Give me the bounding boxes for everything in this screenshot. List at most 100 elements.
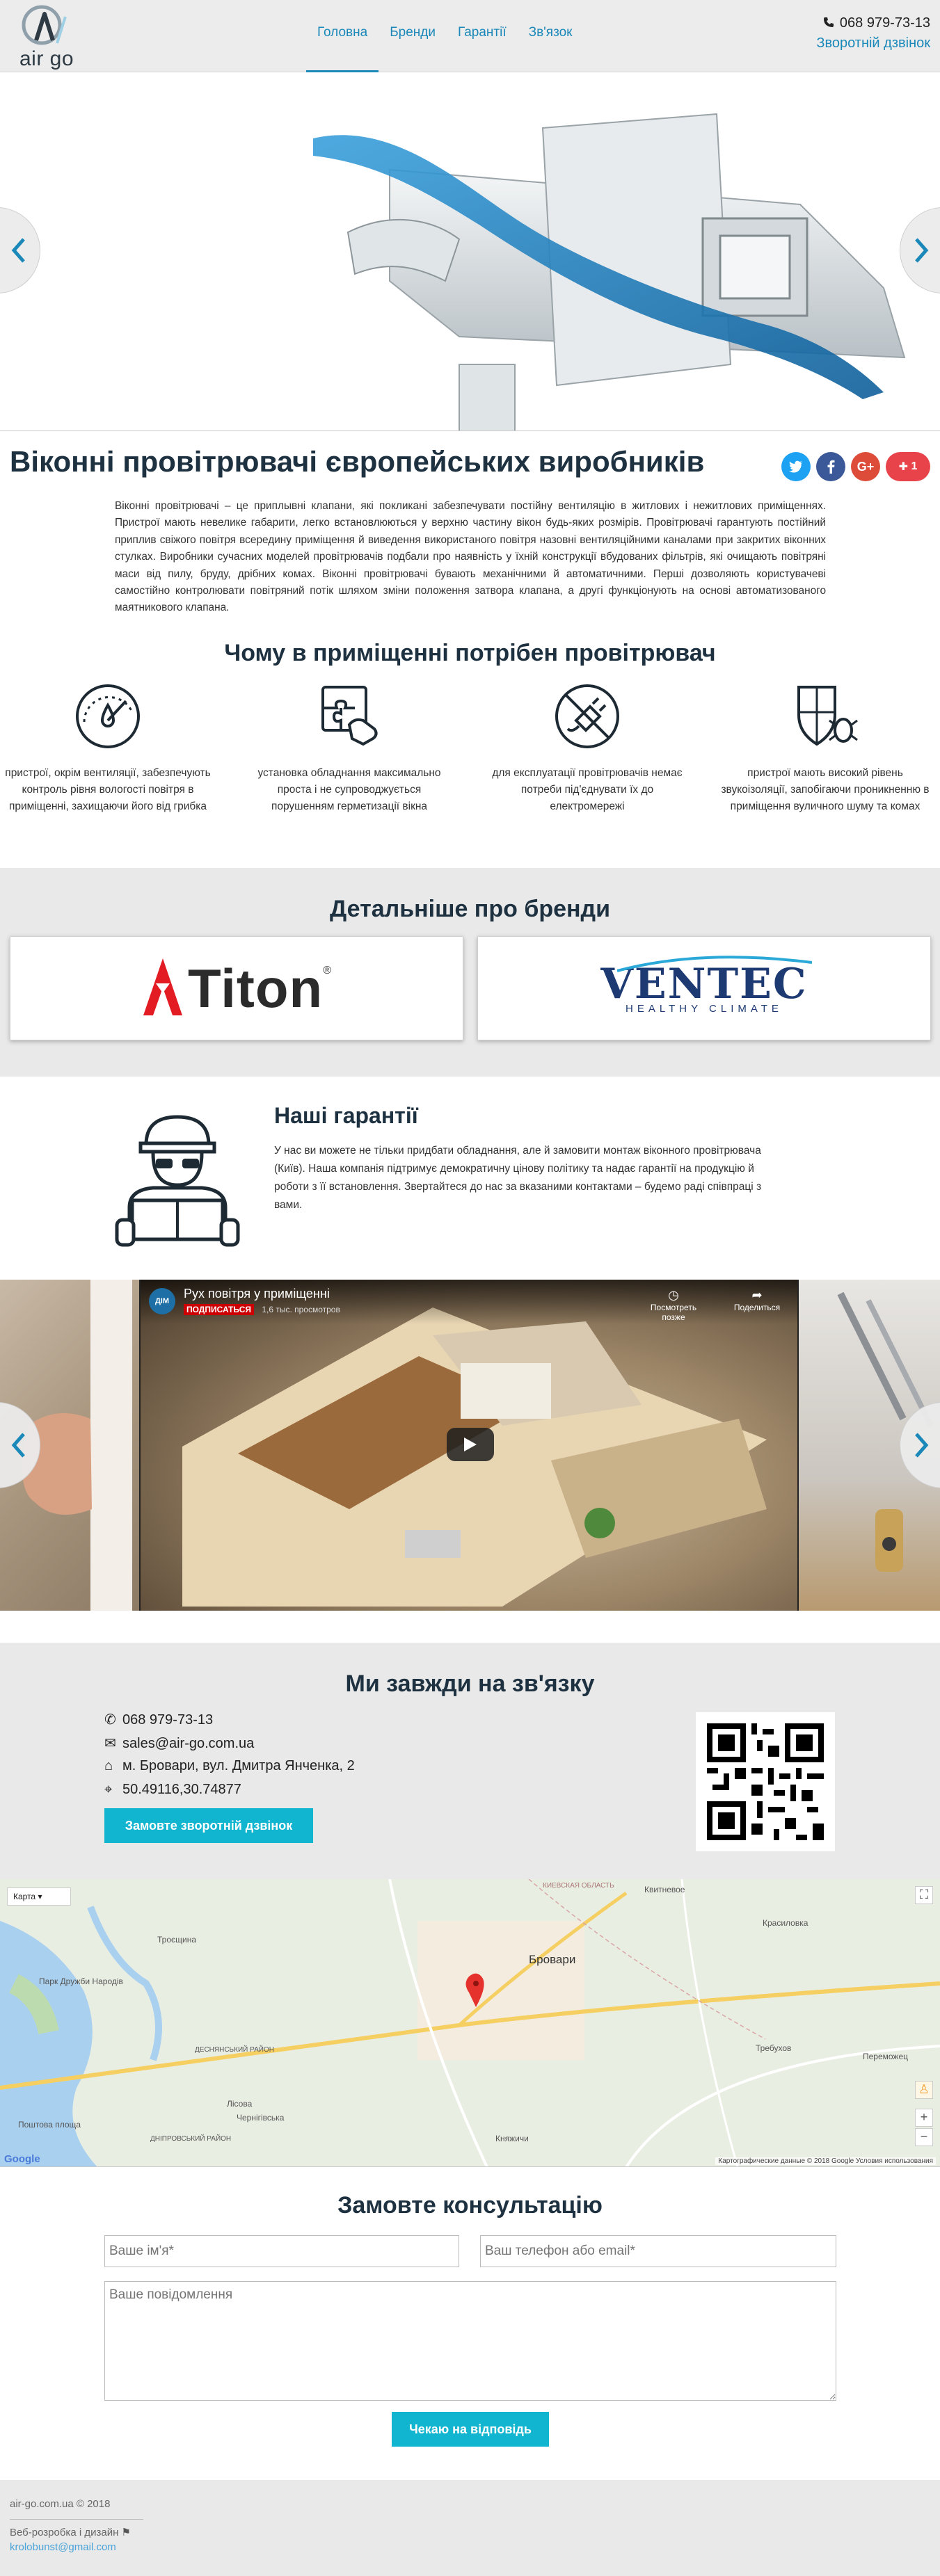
map-label: Княжичи: [495, 2134, 529, 2143]
contact-address: ⌂ м. Бровари, вул. Дмитра Янченка, 2: [104, 1758, 355, 1774]
logo[interactable]: air go: [8, 4, 85, 70]
subscribe-button[interactable]: ПОДПИСАТЬСЯ: [184, 1304, 254, 1315]
contact-phone[interactable]: ✆ 068 979-73-13: [104, 1711, 213, 1728]
map-city-label: Бровари: [529, 1953, 576, 1966]
order-callback-button[interactable]: Замовте зворотній дзвінок: [104, 1808, 313, 1843]
contact-phone-text: 068 979-73-13: [122, 1712, 214, 1728]
video-carousel: ДІМ Рух повітря у приміщенні ПОДПИСАТЬСЯ…: [0, 1280, 940, 1611]
map-label: Квитневое: [644, 1885, 685, 1894]
page-title: Віконні провітрювачі європейських виробн…: [10, 445, 705, 478]
minus-icon: −: [920, 2130, 928, 2143]
window-profile-image: [0, 72, 940, 430]
guarantees-title: Наші гарантії: [274, 1103, 418, 1128]
brand-card-titon[interactable]: Titon ®: [10, 936, 463, 1040]
guarantees-text: У нас ви можете не тільки придбати облад…: [274, 1145, 762, 1211]
map-label: ДНІПРОВСЬКИЙ РАЙОН: [150, 2135, 232, 2143]
brand-sub-ventec: HEALTHY CLIMATE: [626, 1002, 783, 1015]
footer-divider: [10, 2519, 143, 2520]
site-header: air go Головна Бренди Гарантії Зв'язок 0…: [0, 0, 940, 72]
youtube-top-bar: ДІМ Рух повітря у приміщенні ПОДПИСАТЬСЯ…: [141, 1280, 797, 1324]
map-label: Требухов: [756, 2043, 792, 2053]
brand-card-ventec[interactable]: VENTEC HEALTHY CLIMATE: [477, 936, 931, 1040]
why-item-soundproof: пристрої мають високий рівень звукоізоля…: [721, 680, 930, 815]
play-button[interactable]: [447, 1428, 494, 1461]
nav-home[interactable]: Головна: [306, 0, 379, 72]
share-more-button[interactable]: ✚ 1: [886, 452, 930, 481]
humidity-gauge-icon: [76, 684, 140, 748]
engineer-icon: [115, 1115, 240, 1247]
fullscreen-button[interactable]: ⛶: [915, 1886, 933, 1904]
plus-icon: +: [920, 2110, 928, 2124]
twitter-icon: [789, 460, 802, 473]
video-views: 1,6 тыс. просмотров: [262, 1305, 340, 1314]
map-credit[interactable]: Картографические данные © 2018 Google Ус…: [715, 2157, 936, 2165]
share-arrow-icon: ➦: [751, 1288, 763, 1302]
video-meta: ПОДПИСАТЬСЯ 1,6 тыс. просмотров: [184, 1304, 340, 1315]
street-view-button[interactable]: ♙: [915, 2081, 933, 2099]
map-label: ДЕСНЯНСЬКИЙ РАЙОН: [195, 2046, 274, 2054]
map-label: Красиловка: [763, 1918, 808, 1928]
developer-credit: Веб-розробка і дизайн ⚑: [10, 2526, 131, 2538]
contact-coords: ⌖ 50.49116,30.74877: [104, 1782, 241, 1798]
registered-mark-icon: ®: [323, 965, 331, 976]
shield-bug-icon: [797, 686, 858, 746]
no-electricity-icon: [555, 684, 619, 748]
youtube-video-player[interactable]: ДІМ Рух повітря у приміщенні ПОДПИСАТЬСЯ…: [141, 1280, 797, 1611]
why-item-no-power: для експлуатації провітрювачів немає пот…: [483, 680, 692, 815]
home-icon: ⌂: [104, 1758, 113, 1773]
contact-input[interactable]: [480, 2235, 836, 2267]
main-nav: Головна Бренди Гарантії Зв'язок: [306, 0, 583, 72]
logo-text: air go: [19, 47, 74, 70]
plus-icon: ✚: [898, 461, 911, 473]
qr-code-icon: [707, 1723, 824, 1840]
puzzle-hand-icon: [321, 686, 378, 746]
why-title: Чому в приміщенні потрібен провітрювач: [224, 640, 716, 666]
name-input[interactable]: [104, 2235, 459, 2267]
map-label: КИЕВСКАЯ ОБЛАСТЬ: [543, 1882, 614, 1890]
zoom-out-button[interactable]: −: [915, 2128, 933, 2146]
site-footer: air-go.com.ua © 2018 Веб-розробка і диза…: [0, 2480, 940, 2576]
zoom-in-button[interactable]: +: [915, 2109, 933, 2127]
developer-email-link[interactable]: krolobunst@gmail.com: [10, 2541, 116, 2553]
header-callback-link[interactable]: Зворотній дзвінок: [816, 35, 930, 51]
map-label: Поштова площа: [18, 2120, 81, 2130]
brands-title: Детальніше про бренди: [329, 896, 611, 922]
facebook-share-button[interactable]: [816, 452, 845, 481]
map-type-select[interactable]: Карта ▾: [7, 1887, 71, 1906]
channel-avatar[interactable]: ДІМ: [149, 1288, 175, 1314]
contact-email-text: sales@air-go.com.ua: [122, 1736, 255, 1751]
map-label: Троєщина: [157, 1935, 197, 1945]
google-map[interactable]: Карта ▾ ⛶ ♙ + − Бровари Квитневое Красил…: [0, 1879, 940, 2167]
contacts-title: Ми завжди на зв'язку: [345, 1671, 595, 1697]
twitter-share-button[interactable]: [781, 452, 811, 481]
nav-brands[interactable]: Бренди: [379, 0, 447, 72]
developer-credit-text: Веб-розробка і дизайн: [10, 2527, 119, 2538]
why-text-soundproof: пристрої мають високий рівень звукоізоля…: [721, 767, 930, 812]
watch-later-button[interactable]: ◷ Посмотреть позже: [639, 1288, 708, 1322]
nav-guarantees[interactable]: Гарантії: [447, 0, 518, 72]
header-phone[interactable]: 068 979-73-13: [816, 15, 930, 31]
why-text-humidity: пристрої, окрім вентиляції, забезпечують…: [5, 767, 211, 812]
message-textarea[interactable]: [104, 2281, 836, 2401]
video-title[interactable]: Рух повітря у приміщенні: [184, 1287, 330, 1301]
why-text-install: установка обладнання максимально проста …: [257, 767, 441, 812]
nav-contacts[interactable]: Зв'язок: [518, 0, 584, 72]
logo-mark-icon: [22, 5, 67, 45]
map-type-value: Карта: [13, 1892, 36, 1901]
envelope-icon: ✉: [104, 1736, 116, 1751]
header-phone-text: 068 979-73-13: [839, 15, 930, 31]
map-label: Парк Дружби Народів: [39, 1977, 123, 1986]
ventec-logo: VENTEC HEALTHY CLIMATE: [600, 955, 813, 1015]
map-label: Чернігівська: [237, 2113, 285, 2123]
google-plus-share-button[interactable]: G+: [851, 452, 880, 481]
header-contacts: 068 979-73-13 Зворотній дзвінок: [816, 15, 930, 51]
map-label: Лісова: [227, 2099, 253, 2109]
contact-email[interactable]: ✉ sales@air-go.com.ua: [104, 1734, 254, 1752]
share-video-button[interactable]: ➦ Поделиться: [722, 1288, 792, 1312]
qr-code: [696, 1712, 835, 1851]
facebook-icon: [827, 460, 835, 474]
brand-name-titon: Titon: [188, 957, 324, 1019]
submit-button[interactable]: Чекаю на відповідь: [392, 2412, 549, 2447]
copyright: air-go.com.ua © 2018: [10, 2498, 111, 2510]
share-buttons: G+ ✚ 1: [781, 452, 930, 481]
